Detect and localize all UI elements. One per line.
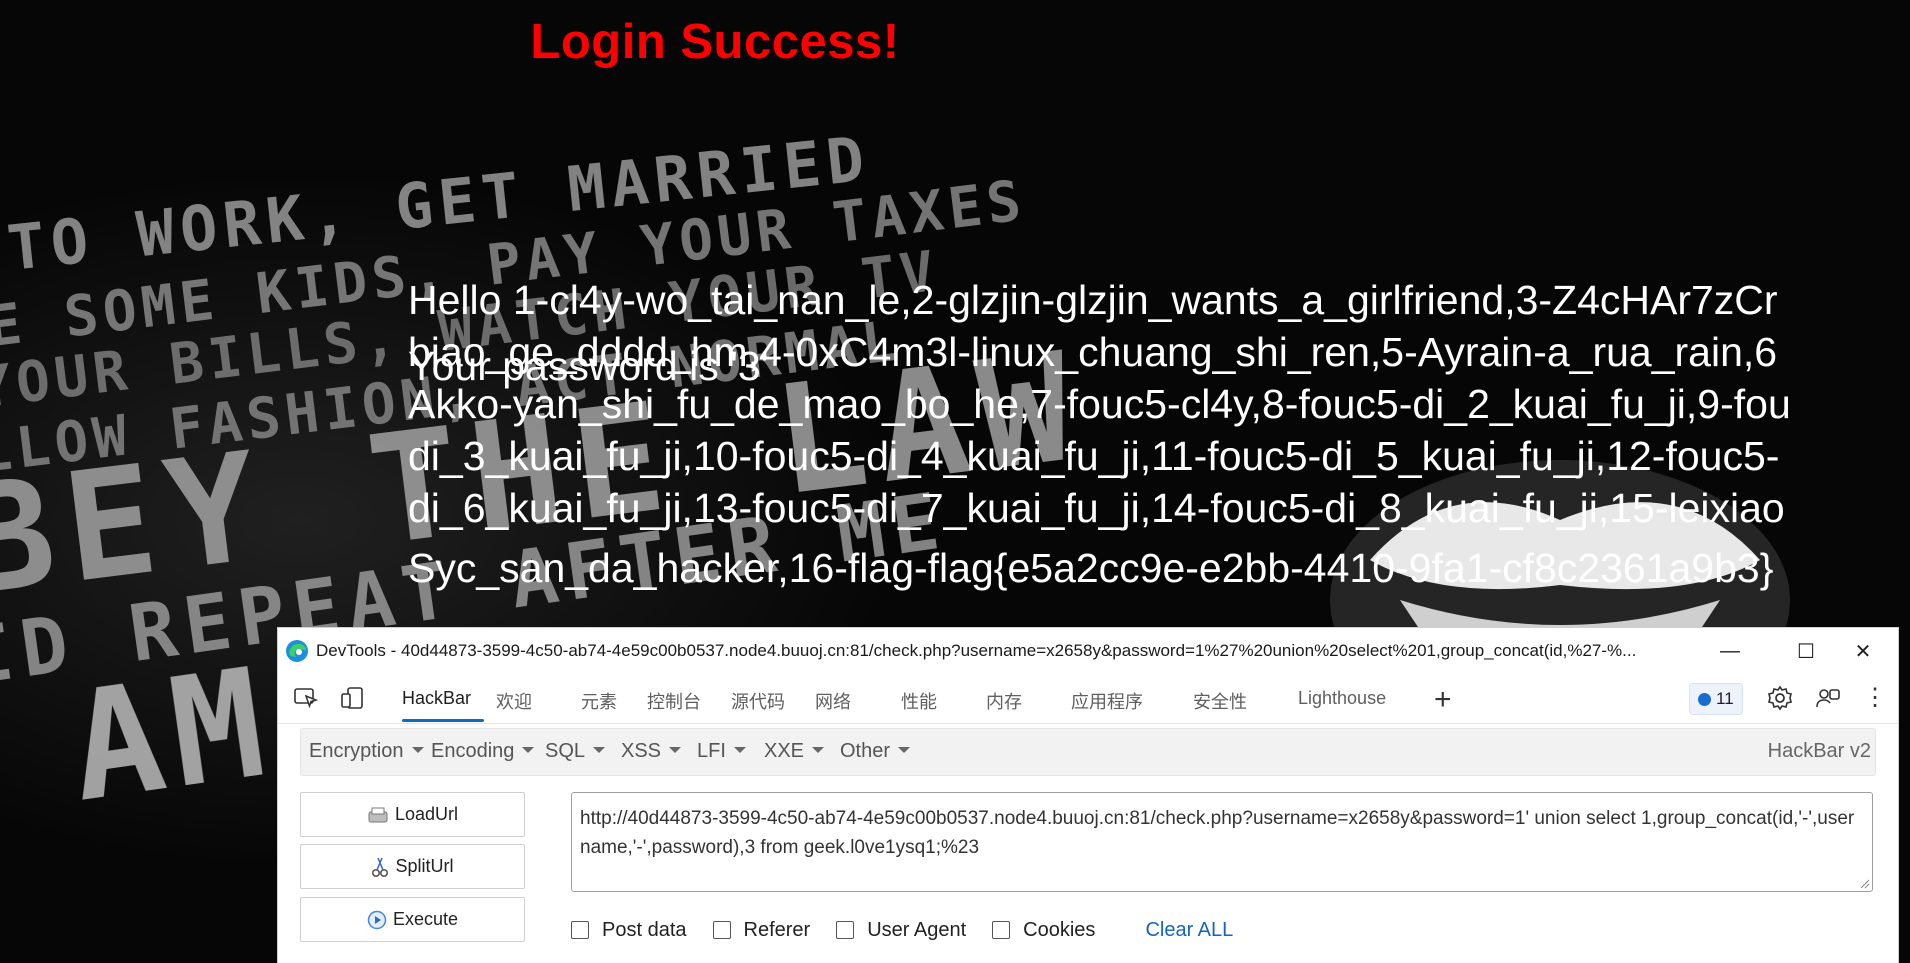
menu-xss-label: XSS bbox=[621, 740, 662, 762]
hackbar-version: HackBar v2 bbox=[1767, 740, 1871, 762]
load-url-label: LoadUrl bbox=[394, 804, 459, 824]
password-line: Your password is '3' bbox=[408, 343, 769, 389]
issues-icon bbox=[1698, 692, 1711, 706]
cookies-checkbox[interactable]: Cookies bbox=[992, 919, 1095, 942]
result-line-1: Hello 1-cl4y-wo_tai_nan_le,2-glzjin-glzj… bbox=[408, 277, 1778, 323]
chevron-down-icon bbox=[669, 746, 682, 753]
close-button[interactable]: ✕ bbox=[1848, 636, 1878, 666]
tab-hackbar[interactable]: HackBar bbox=[402, 688, 471, 709]
tab-elements[interactable]: 元素 bbox=[581, 688, 617, 714]
url-text: http://40d44873-3599-4c50-ab74-4e59c00b0… bbox=[580, 808, 1855, 858]
referer-checkbox[interactable]: Referer bbox=[712, 918, 811, 942]
execute-label: Execute bbox=[392, 909, 459, 929]
menu-encoding[interactable]: Encoding bbox=[431, 740, 535, 763]
device-emulation-icon[interactable] bbox=[340, 686, 366, 710]
post-data-checkbox[interactable]: Post data bbox=[571, 919, 687, 942]
maximize-button[interactable]: ☐ bbox=[1791, 636, 1821, 666]
user-agent-label: User Agent bbox=[867, 918, 967, 941]
result-line-5: di_6_kuai_fu_ji,13-fouc5-di_7_kuai_fu_ji… bbox=[408, 485, 1785, 531]
result-line-4: di_3_kuai_fu_ji,10-fouc5-di_4_kuai_fu_ji… bbox=[408, 433, 1780, 479]
tab-security[interactable]: 安全性 bbox=[1193, 688, 1247, 714]
chevron-down-icon bbox=[812, 746, 825, 753]
chevron-down-icon bbox=[593, 746, 606, 753]
chevron-down-icon bbox=[522, 746, 535, 753]
menu-xxe[interactable]: XXE bbox=[764, 740, 825, 763]
split-url-label: SplitUrl bbox=[395, 856, 454, 876]
more-options-icon[interactable]: ⋮ bbox=[1863, 683, 1887, 712]
tab-network[interactable]: 网络 bbox=[815, 688, 851, 714]
issues-count: 11 bbox=[1716, 689, 1734, 708]
bg-word-line-7: AM bbox=[61, 635, 284, 835]
tab-memory[interactable]: 内存 bbox=[986, 688, 1022, 714]
tab-lighthouse[interactable]: Lighthouse bbox=[1298, 688, 1386, 709]
menu-sql-label: SQL bbox=[545, 740, 586, 762]
devtools-window: DevTools - 40d44873-3599-4c50-ab74-4e59c… bbox=[278, 628, 1898, 963]
checkbox-box[interactable] bbox=[992, 921, 1011, 939]
execute-button[interactable]: Execute bbox=[300, 897, 525, 942]
menu-encryption-label: Encryption bbox=[309, 740, 404, 762]
url-textarea[interactable]: http://40d44873-3599-4c50-ab74-4e59c00b0… bbox=[571, 792, 1873, 892]
tab-console[interactable]: 控制台 bbox=[647, 688, 701, 714]
devtools-titlebar[interactable]: DevTools - 40d44873-3599-4c50-ab74-4e59c… bbox=[278, 628, 1898, 673]
menu-encoding-label: Encoding bbox=[431, 740, 515, 762]
menu-lfi[interactable]: LFI bbox=[697, 740, 746, 763]
chevron-down-icon bbox=[898, 746, 911, 753]
minimize-button[interactable]: — bbox=[1715, 636, 1745, 666]
post-data-label: Post data bbox=[602, 918, 687, 941]
customize-people-icon[interactable] bbox=[1814, 684, 1842, 712]
menu-xxe-label: XXE bbox=[764, 740, 805, 762]
tab-application[interactable]: 应用程序 bbox=[1071, 688, 1143, 714]
user-agent-checkbox[interactable]: User Agent bbox=[836, 919, 966, 942]
chevron-down-icon bbox=[411, 746, 424, 753]
query-result-text: Hello 1-cl4y-wo_tai_nan_le,2-glzjin-glzj… bbox=[408, 274, 1910, 594]
scissors-icon bbox=[372, 857, 389, 877]
active-tab-indicator bbox=[402, 719, 484, 722]
clear-all-link[interactable]: Clear ALL bbox=[1145, 919, 1233, 942]
menu-other-label: Other bbox=[840, 740, 891, 762]
menu-sql[interactable]: SQL bbox=[545, 740, 606, 763]
tab-welcome[interactable]: 欢迎 bbox=[496, 688, 532, 714]
settings-gear-icon[interactable] bbox=[1766, 684, 1794, 712]
checkbox-box[interactable] bbox=[571, 921, 589, 939]
split-url-button[interactable]: SplitUrl bbox=[300, 844, 525, 889]
checkbox-box[interactable] bbox=[836, 921, 855, 939]
devtools-window-title: DevTools - 40d44873-3599-4c50-ab74-4e59c… bbox=[316, 641, 1637, 660]
issues-badge[interactable]: 11 bbox=[1689, 683, 1743, 715]
chevron-down-icon bbox=[733, 746, 746, 753]
resize-grip-icon[interactable] bbox=[1858, 877, 1870, 889]
menu-encryption[interactable]: Encryption bbox=[309, 740, 424, 763]
more-tools-plus-icon[interactable]: + bbox=[1434, 683, 1452, 717]
menu-xss[interactable]: XSS bbox=[621, 740, 682, 763]
referer-label: Referer bbox=[743, 918, 811, 941]
inspect-element-icon[interactable] bbox=[293, 686, 319, 710]
login-success-heading: Login Success! bbox=[530, 15, 900, 69]
load-url-icon bbox=[368, 807, 388, 822]
cookies-label: Cookies bbox=[1023, 918, 1096, 941]
menu-lfi-label: LFI bbox=[697, 740, 726, 762]
result-line-6: Syc_san_da_hacker,16-flag-flag{e5a2cc9e-… bbox=[408, 545, 1774, 591]
checkbox-box[interactable] bbox=[712, 921, 731, 939]
hackbar-menu-bar: Encryption Encoding SQL XSS LFI XXE Othe… bbox=[300, 728, 1876, 776]
play-icon bbox=[367, 910, 387, 929]
edge-browser-icon bbox=[286, 640, 308, 662]
tab-performance[interactable]: 性能 bbox=[901, 688, 937, 714]
devtools-tab-bar: HackBar 欢迎 元素 控制台 源代码 网络 性能 内存 应用程序 安全性 … bbox=[278, 673, 1898, 724]
menu-other[interactable]: Other bbox=[840, 740, 911, 763]
tab-sources[interactable]: 源代码 bbox=[731, 688, 785, 714]
hackbar-options: Post data Referer User Agent Cookies Cle… bbox=[571, 915, 1233, 945]
load-url-button[interactable]: LoadUrl bbox=[300, 792, 525, 837]
